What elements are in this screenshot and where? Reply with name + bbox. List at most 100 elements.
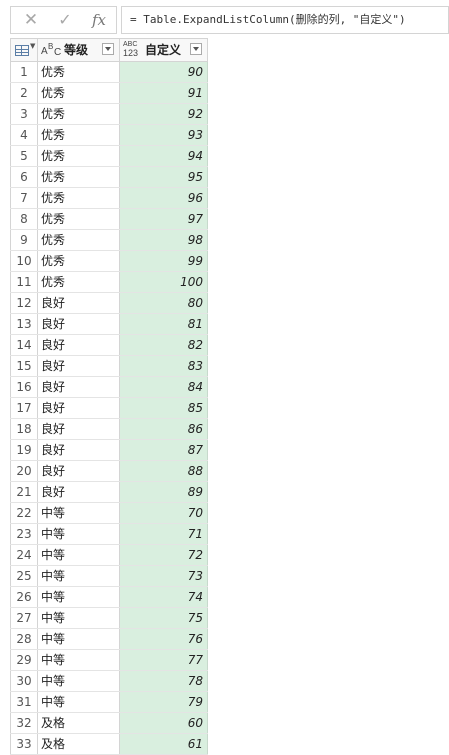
table-row[interactable]: 17 良好 85 <box>10 398 208 419</box>
custom-value-cell[interactable]: 61 <box>120 734 208 754</box>
custom-value-cell[interactable]: 76 <box>120 629 208 649</box>
grade-cell[interactable]: 优秀 <box>38 125 120 145</box>
table-row[interactable]: 23 中等 71 <box>10 524 208 545</box>
table-row[interactable]: 19 良好 87 <box>10 440 208 461</box>
custom-value-cell[interactable]: 77 <box>120 650 208 670</box>
custom-value-cell[interactable]: 70 <box>120 503 208 523</box>
table-row[interactable]: 3 优秀 92 <box>10 104 208 125</box>
grade-cell[interactable]: 良好 <box>38 356 120 376</box>
grade-cell[interactable]: 优秀 <box>38 188 120 208</box>
custom-value-cell[interactable]: 72 <box>120 545 208 565</box>
table-row[interactable]: 13 良好 81 <box>10 314 208 335</box>
custom-value-cell[interactable]: 84 <box>120 377 208 397</box>
grade-cell[interactable]: 优秀 <box>38 167 120 187</box>
formula-input[interactable]: = Table.ExpandListColumn(删除的列, "自定义") <box>121 6 449 34</box>
custom-value-cell[interactable]: 86 <box>120 419 208 439</box>
formula-text[interactable]: = Table.ExpandListColumn(删除的列, "自定义") <box>130 7 406 33</box>
custom-value-cell[interactable]: 95 <box>120 167 208 187</box>
custom-value-cell[interactable]: 74 <box>120 587 208 607</box>
custom-value-cell[interactable]: 83 <box>120 356 208 376</box>
grade-cell[interactable]: 良好 <box>38 377 120 397</box>
table-menu-button[interactable]: ▼ <box>10 39 38 61</box>
table-row[interactable]: 29 中等 77 <box>10 650 208 671</box>
table-row[interactable]: 22 中等 70 <box>10 503 208 524</box>
grade-cell[interactable]: 优秀 <box>38 251 120 271</box>
grade-cell[interactable]: 良好 <box>38 398 120 418</box>
custom-value-cell[interactable]: 87 <box>120 440 208 460</box>
fx-icon[interactable]: fx <box>85 7 113 33</box>
table-row[interactable]: 18 良好 86 <box>10 419 208 440</box>
grade-cell[interactable]: 优秀 <box>38 83 120 103</box>
custom-value-cell[interactable]: 71 <box>120 524 208 544</box>
grade-cell[interactable]: 优秀 <box>38 62 120 82</box>
grade-cell[interactable]: 中等 <box>38 524 120 544</box>
column-header-custom[interactable]: ABC 123 自定义 <box>120 39 208 61</box>
custom-value-cell[interactable]: 98 <box>120 230 208 250</box>
custom-value-cell[interactable]: 90 <box>120 62 208 82</box>
table-row[interactable]: 7 优秀 96 <box>10 188 208 209</box>
grade-cell[interactable]: 中等 <box>38 650 120 670</box>
table-row[interactable]: 21 良好 89 <box>10 482 208 503</box>
grade-cell[interactable]: 及格 <box>38 713 120 733</box>
table-row[interactable]: 32 及格 60 <box>10 713 208 734</box>
grade-cell[interactable]: 中等 <box>38 629 120 649</box>
table-row[interactable]: 4 优秀 93 <box>10 125 208 146</box>
custom-value-cell[interactable]: 79 <box>120 692 208 712</box>
table-row[interactable]: 33 及格 61 <box>10 734 208 755</box>
table-row[interactable]: 28 中等 76 <box>10 629 208 650</box>
filter-dropdown-button[interactable] <box>190 43 202 55</box>
grade-cell[interactable]: 中等 <box>38 587 120 607</box>
close-icon[interactable]: ✕ <box>17 7 45 33</box>
table-row[interactable]: 11 优秀 100 <box>10 272 208 293</box>
table-row[interactable]: 26 中等 74 <box>10 587 208 608</box>
filter-dropdown-button[interactable] <box>102 43 114 55</box>
grade-cell[interactable]: 良好 <box>38 335 120 355</box>
grade-cell[interactable]: 优秀 <box>38 146 120 166</box>
table-row[interactable]: 25 中等 73 <box>10 566 208 587</box>
table-row[interactable]: 31 中等 79 <box>10 692 208 713</box>
text-type-icon[interactable]: A B C <box>41 41 63 59</box>
custom-value-cell[interactable]: 78 <box>120 671 208 691</box>
custom-value-cell[interactable]: 88 <box>120 461 208 481</box>
custom-value-cell[interactable]: 75 <box>120 608 208 628</box>
grade-cell[interactable]: 良好 <box>38 461 120 481</box>
any-type-icon[interactable]: ABC 123 <box>123 41 145 59</box>
table-row[interactable]: 1 优秀 90 <box>10 62 208 83</box>
grade-cell[interactable]: 良好 <box>38 293 120 313</box>
grade-cell[interactable]: 优秀 <box>38 104 120 124</box>
table-row[interactable]: 2 优秀 91 <box>10 83 208 104</box>
grade-cell[interactable]: 良好 <box>38 482 120 502</box>
table-row[interactable]: 27 中等 75 <box>10 608 208 629</box>
table-row[interactable]: 24 中等 72 <box>10 545 208 566</box>
custom-value-cell[interactable]: 82 <box>120 335 208 355</box>
grade-cell[interactable]: 优秀 <box>38 230 120 250</box>
column-header-grade[interactable]: A B C 等级 <box>38 39 120 61</box>
check-icon[interactable]: ✓ <box>51 7 79 33</box>
grade-cell[interactable]: 良好 <box>38 419 120 439</box>
custom-value-cell[interactable]: 99 <box>120 251 208 271</box>
grade-cell[interactable]: 中等 <box>38 566 120 586</box>
table-row[interactable]: 8 优秀 97 <box>10 209 208 230</box>
grade-cell[interactable]: 及格 <box>38 734 120 754</box>
grade-cell[interactable]: 优秀 <box>38 272 120 292</box>
table-row[interactable]: 20 良好 88 <box>10 461 208 482</box>
grade-cell[interactable]: 中等 <box>38 671 120 691</box>
table-row[interactable]: 30 中等 78 <box>10 671 208 692</box>
table-row[interactable]: 14 良好 82 <box>10 335 208 356</box>
table-row[interactable]: 15 良好 83 <box>10 356 208 377</box>
grade-cell[interactable]: 中等 <box>38 503 120 523</box>
custom-value-cell[interactable]: 89 <box>120 482 208 502</box>
table-row[interactable]: 10 优秀 99 <box>10 251 208 272</box>
table-row[interactable]: 5 优秀 94 <box>10 146 208 167</box>
grade-cell[interactable]: 中等 <box>38 608 120 628</box>
custom-value-cell[interactable]: 91 <box>120 83 208 103</box>
custom-value-cell[interactable]: 73 <box>120 566 208 586</box>
table-row[interactable]: 12 良好 80 <box>10 293 208 314</box>
custom-value-cell[interactable]: 85 <box>120 398 208 418</box>
custom-value-cell[interactable]: 80 <box>120 293 208 313</box>
grade-cell[interactable]: 良好 <box>38 440 120 460</box>
custom-value-cell[interactable]: 92 <box>120 104 208 124</box>
grade-cell[interactable]: 中等 <box>38 545 120 565</box>
table-row[interactable]: 9 优秀 98 <box>10 230 208 251</box>
grade-cell[interactable]: 良好 <box>38 314 120 334</box>
